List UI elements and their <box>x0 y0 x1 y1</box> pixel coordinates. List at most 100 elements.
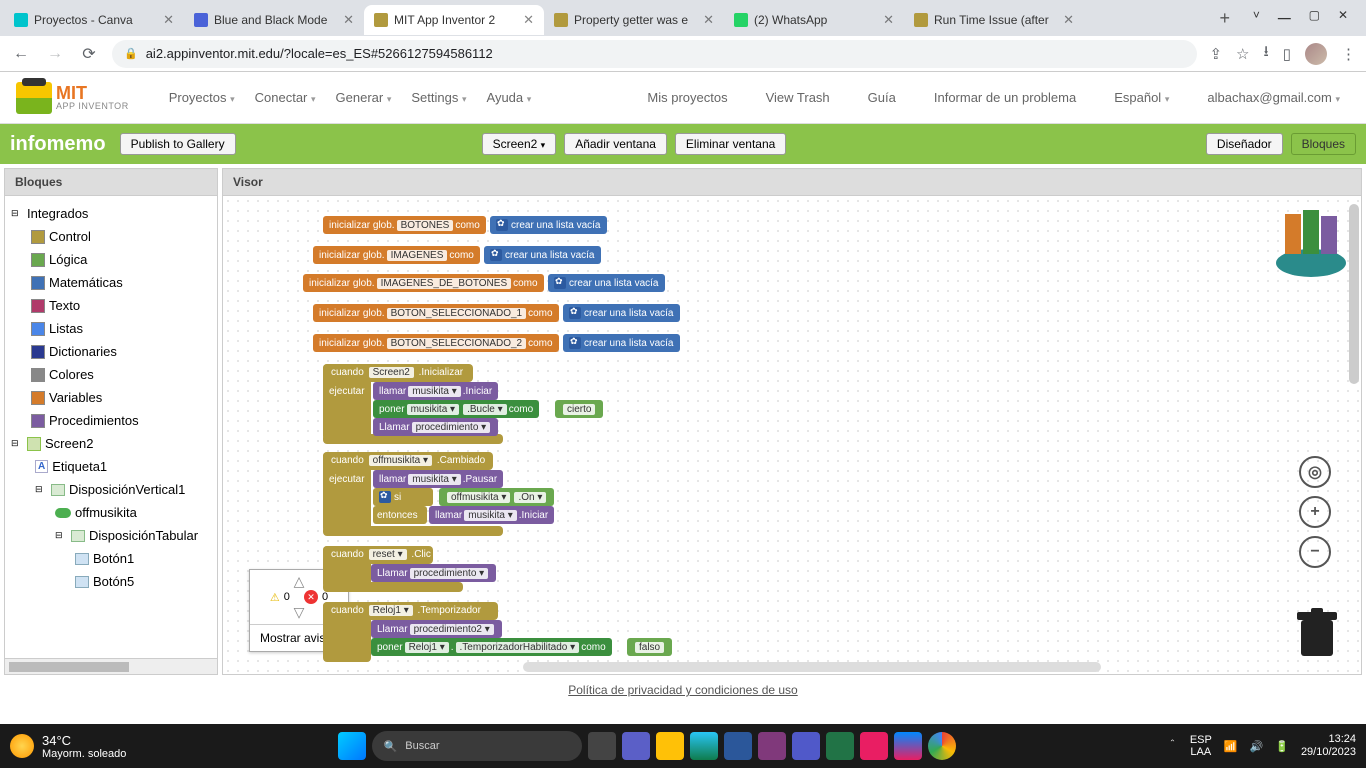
call-proc-block[interactable]: Llamar procedimiento ▾ <box>371 564 496 582</box>
menu-item[interactable]: Conectar ▾ <box>245 90 326 105</box>
category-item[interactable]: Dictionaries <box>5 340 217 363</box>
taskview-icon[interactable] <box>588 732 616 760</box>
blocks-canvas[interactable]: ◎ + − △ ⚠0 ✕0 ▽ Mostrar avisos <box>223 196 1361 674</box>
onenote-icon[interactable] <box>758 732 786 760</box>
create-list-block[interactable]: crear una lista vacía <box>548 274 665 292</box>
tab-close-icon[interactable]: ✕ <box>703 12 714 28</box>
set-block[interactable]: poner Reloj1 ▾ . .TemporizadorHabilitado… <box>371 638 612 656</box>
init-global-block[interactable]: inicializar glob. BOTONES como <box>323 216 486 234</box>
category-item[interactable]: Texto <box>5 294 217 317</box>
component-item[interactable]: Botón5 <box>5 570 217 593</box>
reading-list-icon[interactable]: ▯ <box>1283 45 1291 63</box>
clock[interactable]: 13:2429/10/2023 <box>1301 733 1356 758</box>
menu-item[interactable]: Settings ▾ <box>401 90 476 105</box>
tab-close-icon[interactable]: ✕ <box>343 12 354 28</box>
back-button[interactable]: ← <box>10 43 32 65</box>
paint-icon[interactable] <box>860 732 888 760</box>
screen-dropdown[interactable]: Screen2 ▾ <box>482 133 557 155</box>
logic-block[interactable]: falso <box>627 638 672 656</box>
tab-close-icon[interactable]: ✕ <box>163 12 174 28</box>
menu-link[interactable]: Mis proyectos <box>637 90 737 105</box>
init-global-block[interactable]: inicializar glob. BOTON_SELECCIONADO_1 c… <box>313 304 559 322</box>
category-item[interactable]: Lógica <box>5 248 217 271</box>
blocks-button[interactable]: Bloques <box>1291 133 1356 155</box>
menu-item[interactable]: Ayuda ▾ <box>477 90 542 105</box>
trash-icon[interactable] <box>1295 608 1339 658</box>
category-item[interactable]: Listas <box>5 317 217 340</box>
component-item[interactable]: ⊟ DisposiciónVertical1 <box>5 478 217 501</box>
browser-tab[interactable]: Blue and Black Mode✕ <box>184 5 364 35</box>
menu-item[interactable]: Generar ▾ <box>326 90 402 105</box>
call-proc-block[interactable]: Llamar procedimiento2 ▾ <box>371 620 502 638</box>
address-bar[interactable]: 🔒 ai2.appinventor.mit.edu/?locale=es_ES#… <box>112 40 1197 68</box>
explorer-icon[interactable] <box>656 732 684 760</box>
lang-code[interactable]: ESP <box>1190 734 1212 746</box>
minimize-icon[interactable]: ─ <box>1278 8 1291 29</box>
target-button[interactable]: ◎ <box>1299 456 1331 488</box>
close-icon[interactable]: ✕ <box>1338 8 1348 29</box>
zoom-out-button[interactable]: − <box>1299 536 1331 568</box>
logic-block[interactable]: cierto <box>555 400 603 418</box>
language-dropdown[interactable]: Español ▾ <box>1104 90 1179 105</box>
maximize-icon[interactable]: ▢ <box>1309 8 1320 29</box>
create-list-block[interactable]: crear una lista vacía <box>490 216 607 234</box>
chevron-down-icon[interactable]: ˅ <box>1253 8 1260 29</box>
designer-button[interactable]: Diseñador <box>1206 133 1283 155</box>
battery-icon[interactable]: 🔋 <box>1275 740 1289 753</box>
chrome-icon[interactable] <box>928 732 956 760</box>
warn-down-icon[interactable]: ▽ <box>294 604 305 621</box>
builtins-node[interactable]: ⊟ Integrados <box>5 202 217 225</box>
new-tab-button[interactable]: + <box>1211 4 1239 32</box>
delete-screen-button[interactable]: Eliminar ventana <box>675 133 786 155</box>
add-screen-button[interactable]: Añadir ventana <box>564 133 667 155</box>
screen-node[interactable]: ⊟ Screen2 <box>5 432 217 455</box>
volume-icon[interactable]: 🔊 <box>1250 740 1264 753</box>
browser-tab[interactable]: (2) WhatsApp✕ <box>724 5 904 35</box>
menu-link[interactable]: View Trash <box>756 90 840 105</box>
bookmark-icon[interactable]: ☆ <box>1236 45 1249 63</box>
tab-close-icon[interactable]: ✕ <box>1063 12 1074 28</box>
wifi-icon[interactable]: 📶 <box>1224 740 1238 753</box>
call-proc-block[interactable]: Llamar procedimiento ▾ <box>373 418 498 436</box>
getter-block[interactable]: offmusikita ▾ .On ▾ <box>439 488 554 506</box>
mit-logo[interactable]: MITAPP INVENTOR <box>16 82 129 114</box>
edge-icon[interactable] <box>690 732 718 760</box>
canvas-hscroll[interactable] <box>523 662 1101 672</box>
browser-tab[interactable]: Run Time Issue (after✕ <box>904 5 1084 35</box>
browser-tab[interactable]: Property getter was e✕ <box>544 5 724 35</box>
warn-up-icon[interactable]: △ <box>294 573 305 590</box>
set-block[interactable]: poner musikita ▾ .Bucle ▾ como <box>373 400 539 418</box>
tray-chevron-icon[interactable]: ＾ <box>1167 738 1178 754</box>
teams-icon[interactable] <box>792 732 820 760</box>
zoom-in-button[interactable]: + <box>1299 496 1331 528</box>
download-icon[interactable]: ⭳ <box>1263 41 1268 66</box>
copilot-icon[interactable] <box>894 732 922 760</box>
start-button[interactable] <box>338 732 366 760</box>
menu-item[interactable]: Proyectos ▾ <box>159 90 245 105</box>
component-item[interactable]: offmusikita <box>5 501 217 524</box>
category-item[interactable]: Matemáticas <box>5 271 217 294</box>
share-icon[interactable]: ⇪ <box>1209 45 1222 63</box>
reload-button[interactable]: ⟳ <box>78 43 100 65</box>
call-block[interactable]: llamar musikita ▾ .Iniciar <box>373 382 498 400</box>
canvas-vscroll[interactable] <box>1349 204 1359 384</box>
component-item[interactable]: A Etiqueta1 <box>5 455 217 478</box>
component-item[interactable]: Botón1 <box>5 547 217 570</box>
category-item[interactable]: Procedimientos <box>5 409 217 432</box>
backpack-icon[interactable] <box>1271 208 1351 278</box>
menu-icon[interactable]: ⋮ <box>1341 45 1356 63</box>
tab-close-icon[interactable]: ✕ <box>523 12 534 28</box>
word-icon[interactable] <box>724 732 752 760</box>
category-item[interactable]: Control <box>5 225 217 248</box>
tab-close-icon[interactable]: ✕ <box>883 12 894 28</box>
taskbar-search[interactable]: 🔍Buscar <box>372 731 582 761</box>
publish-button[interactable]: Publish to Gallery <box>120 133 236 155</box>
if-block[interactable]: si <box>373 488 433 506</box>
call-block[interactable]: llamar musikita ▾ .Iniciar <box>429 506 554 524</box>
menu-link[interactable]: Guía <box>858 90 906 105</box>
init-global-block[interactable]: inicializar glob. IMAGENES como <box>313 246 480 264</box>
init-global-block[interactable]: inicializar glob. BOTON_SELECCIONADO_2 c… <box>313 334 559 352</box>
category-item[interactable]: Colores <box>5 363 217 386</box>
palette-hscroll[interactable] <box>5 658 217 674</box>
account-dropdown[interactable]: albachax@gmail.com ▾ <box>1197 90 1350 105</box>
